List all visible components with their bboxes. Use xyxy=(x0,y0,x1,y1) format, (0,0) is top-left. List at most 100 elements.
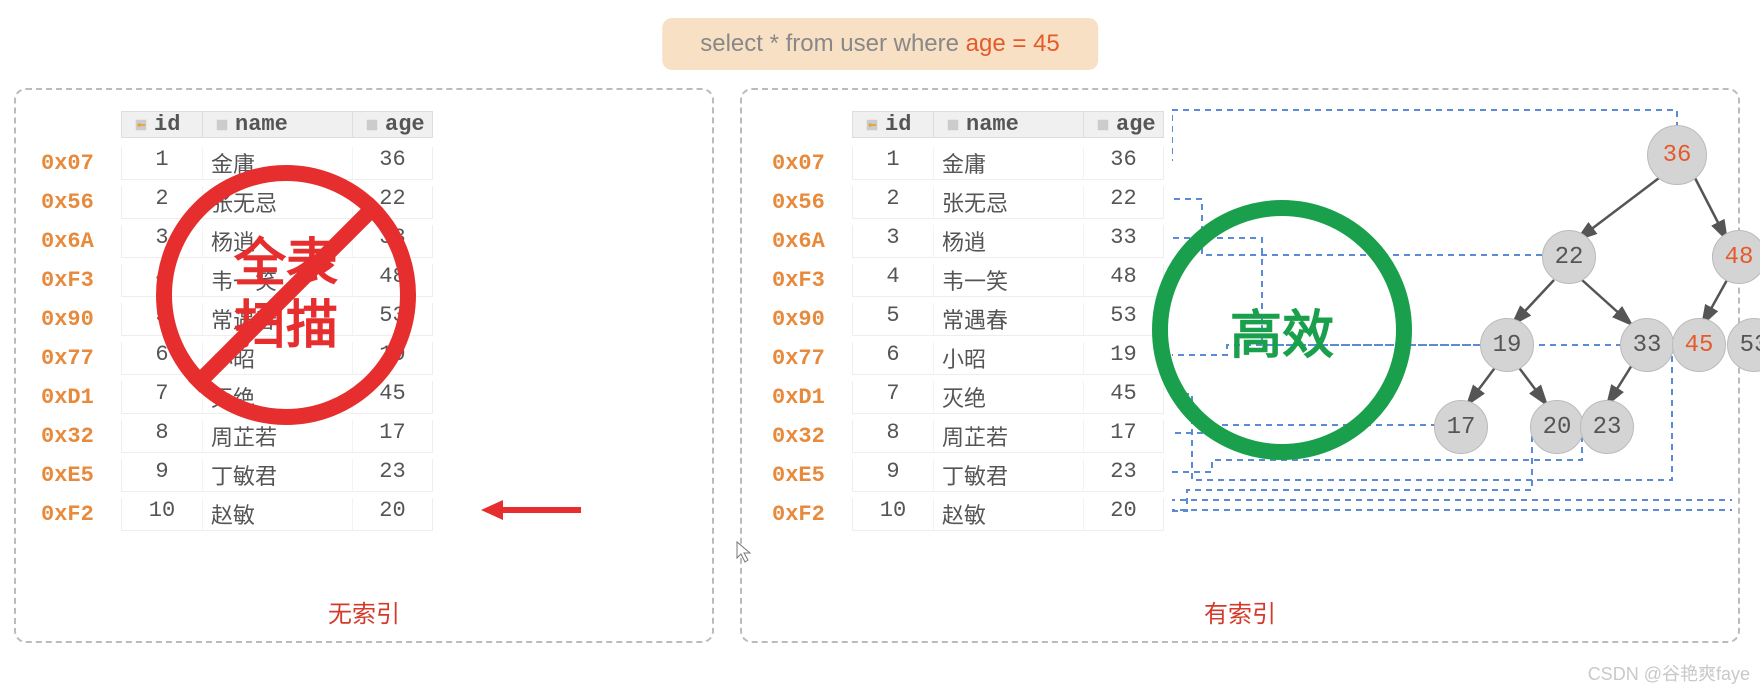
table-row: 0x776小昭19 xyxy=(772,339,1164,378)
column-icon xyxy=(1096,118,1110,132)
table-row: 0xE59丁敏君23 xyxy=(772,456,1164,495)
row-addr: 0x90 xyxy=(41,307,121,332)
row-id: 10 xyxy=(122,498,202,530)
tree-node-17: 17 xyxy=(1434,400,1488,454)
row-name: 灭绝 xyxy=(202,381,352,413)
row-id: 3 xyxy=(853,225,933,257)
row-age: 53 xyxy=(352,303,432,335)
row-addr: 0x07 xyxy=(41,151,121,176)
table-row: 0x328周芷若17 xyxy=(41,417,433,456)
row-addr: 0x56 xyxy=(772,190,852,215)
table-row: 0x905常遇春53 xyxy=(772,300,1164,339)
row-id: 5 xyxy=(853,303,933,335)
row-name: 韦一笑 xyxy=(202,264,352,296)
row-addr: 0xE5 xyxy=(41,463,121,488)
row-id: 9 xyxy=(122,459,202,491)
table-no-index: id name age 0x071金庸360x562张无忌220x6A3杨逍33… xyxy=(41,105,433,534)
row-name: 赵敏 xyxy=(202,498,352,530)
caption-no-index: 无索引 xyxy=(328,594,400,629)
tree-node-19: 19 xyxy=(1480,318,1534,372)
watermark: CSDN @谷艳爽faye xyxy=(1588,660,1750,686)
table-row: 0x776小昭19 xyxy=(41,339,433,378)
row-id: 8 xyxy=(122,420,202,452)
row-name: 杨逍 xyxy=(933,225,1083,257)
column-icon xyxy=(946,118,960,132)
row-id: 1 xyxy=(122,147,202,179)
row-addr: 0x07 xyxy=(772,151,852,176)
row-name: 小昭 xyxy=(202,342,352,374)
caption-with-index: 有索引 xyxy=(1204,594,1276,629)
column-icon xyxy=(215,118,229,132)
table-row: 0xE59丁敏君23 xyxy=(41,456,433,495)
panel-no-index: id name age 0x071金庸360x562张无忌220x6A3杨逍33… xyxy=(14,88,714,643)
row-age: 33 xyxy=(1083,225,1163,257)
table-row: 0x562张无忌22 xyxy=(41,183,433,222)
tree-node-45: 45 xyxy=(1672,318,1726,372)
row-age: 45 xyxy=(1083,381,1163,413)
row-age: 22 xyxy=(1083,186,1163,218)
row-name: 赵敏 xyxy=(933,498,1083,530)
row-id: 7 xyxy=(122,381,202,413)
row-name: 小昭 xyxy=(933,342,1083,374)
header-id-text: id xyxy=(885,112,911,137)
scan-pointer-arrow-icon xyxy=(481,500,581,520)
row-name: 丁敏君 xyxy=(933,459,1083,491)
sql-prefix: select * from user where xyxy=(700,30,965,57)
row-age: 45 xyxy=(352,381,432,413)
row-age: 53 xyxy=(1083,303,1163,335)
tree-node-23: 23 xyxy=(1580,400,1634,454)
table-row: 0xD17灭绝45 xyxy=(41,378,433,417)
row-name: 金庸 xyxy=(933,147,1083,179)
table-header-row: id name age xyxy=(772,105,1164,144)
row-name: 韦一笑 xyxy=(933,264,1083,296)
row-age: 33 xyxy=(352,225,432,257)
row-id: 8 xyxy=(853,420,933,452)
header-name: name xyxy=(933,112,1083,137)
table-row: 0x328周芷若17 xyxy=(772,417,1164,456)
row-name: 周芷若 xyxy=(933,420,1083,452)
row-name: 灭绝 xyxy=(933,381,1083,413)
row-age: 22 xyxy=(352,186,432,218)
tree-node-33: 33 xyxy=(1620,318,1674,372)
table-row: 0x905常遇春53 xyxy=(41,300,433,339)
table-with-index: id name age 0x071金庸360x562张无忌220x6A3杨逍33… xyxy=(772,105,1164,534)
row-age: 23 xyxy=(352,459,432,491)
table-row: 0x071金庸36 xyxy=(41,144,433,183)
row-addr: 0xD1 xyxy=(41,385,121,410)
row-id: 1 xyxy=(853,147,933,179)
row-id: 7 xyxy=(853,381,933,413)
header-age: age xyxy=(1083,112,1163,137)
sql-query-banner: select * from user where age = 45 xyxy=(662,18,1098,70)
row-age: 36 xyxy=(1083,147,1163,179)
row-name: 常遇春 xyxy=(933,303,1083,335)
row-age: 48 xyxy=(352,264,432,296)
row-id: 6 xyxy=(853,342,933,374)
pk-icon xyxy=(865,118,879,132)
row-addr: 0xF2 xyxy=(41,502,121,527)
row-addr: 0x6A xyxy=(41,229,121,254)
row-age: 19 xyxy=(1083,342,1163,374)
row-id: 10 xyxy=(853,498,933,530)
header-age-text: age xyxy=(385,112,425,137)
row-addr: 0x77 xyxy=(41,346,121,371)
row-id: 9 xyxy=(853,459,933,491)
row-age: 20 xyxy=(352,498,432,530)
row-addr: 0x32 xyxy=(772,424,852,449)
tree-node-20: 20 xyxy=(1530,400,1584,454)
header-id-text: id xyxy=(154,112,180,137)
row-name: 金庸 xyxy=(202,147,352,179)
row-age: 48 xyxy=(1083,264,1163,296)
row-age: 17 xyxy=(1083,420,1163,452)
tree-node-36: 36 xyxy=(1647,125,1707,185)
panel-with-index: id name age 0x071金庸360x562张无忌220x6A3杨逍33… xyxy=(740,88,1740,643)
table-header-row: id name age xyxy=(41,105,433,144)
header-id: id xyxy=(122,112,202,137)
row-addr: 0x90 xyxy=(772,307,852,332)
row-addr: 0xF2 xyxy=(772,502,852,527)
row-name: 张无忌 xyxy=(202,186,352,218)
header-age-text: age xyxy=(1116,112,1156,137)
row-id: 2 xyxy=(853,186,933,218)
row-age: 19 xyxy=(352,342,432,374)
row-addr: 0xE5 xyxy=(772,463,852,488)
table-row: 0x071金庸36 xyxy=(772,144,1164,183)
